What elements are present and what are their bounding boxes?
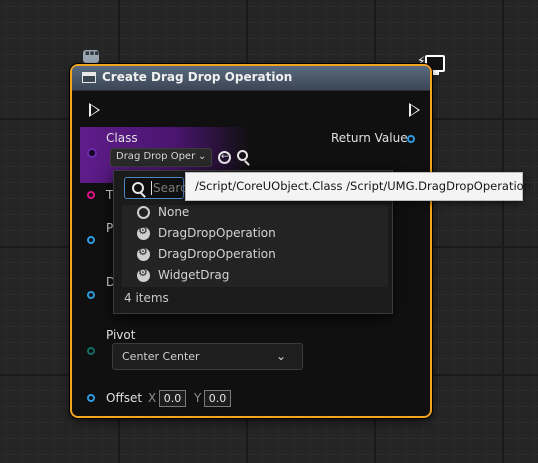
chevron-down-icon: ⌄	[276, 349, 287, 363]
offset-x-label: X	[148, 391, 157, 405]
function-icon	[82, 72, 96, 83]
offset-pin[interactable]	[87, 394, 95, 402]
list-item-label: WidgetDrag	[158, 268, 230, 282]
pivot-pin[interactable]	[87, 347, 95, 355]
payload-pin[interactable]	[87, 236, 95, 244]
use-selected-button[interactable]: ←	[218, 151, 231, 164]
list-item[interactable]: None	[132, 203, 372, 223]
exec-in-pin[interactable]	[89, 103, 100, 117]
default-drag-visual-pin[interactable]	[87, 291, 95, 299]
return-value-label: Return Value	[331, 131, 408, 145]
class-icon	[137, 245, 150, 261]
text-caret	[151, 181, 152, 195]
offset-label: Offset	[106, 391, 143, 405]
pivot-label: Pivot	[106, 328, 136, 342]
pivot-combo[interactable]: Center Center ⌄	[112, 343, 303, 370]
search-handle	[140, 192, 146, 198]
list-item[interactable]: WidgetDrag	[132, 266, 372, 286]
item-count: 4 items	[124, 291, 169, 305]
tag-pin[interactable]	[87, 191, 95, 199]
class-combo[interactable]: Drag Drop Oper ⌄	[110, 148, 212, 167]
none-circle-icon	[137, 206, 150, 219]
offset-y-input[interactable]: 0.0	[204, 390, 231, 407]
class-path-tooltip: /Script/CoreUObject.Class /Script/UMG.Dr…	[185, 172, 531, 201]
comment-bubble-icon[interactable]	[83, 49, 99, 63]
list-item-label: None	[158, 205, 190, 219]
exec-out-pin[interactable]	[409, 103, 420, 117]
list-item-label: DragDropOperation	[158, 226, 276, 240]
offset-x-input[interactable]: 0.0	[159, 390, 186, 407]
chevron-down-icon: ⌄	[198, 151, 207, 162]
class-icon	[137, 224, 150, 240]
return-value-pin[interactable]	[407, 135, 415, 143]
list-item[interactable]: DragDropOperation	[132, 245, 372, 265]
pivot-value: Center Center	[122, 350, 200, 363]
picker-search-input[interactable]: Search	[124, 177, 194, 199]
class-pin[interactable]	[87, 148, 97, 158]
offset-y-label: Y	[194, 391, 202, 405]
class-combo-value: Drag Drop Oper	[116, 151, 196, 162]
arrow-left-icon: ←	[221, 152, 229, 162]
class-label: Class	[106, 131, 138, 145]
node-title: Create Drag Drop Operation	[102, 70, 293, 84]
node-header[interactable]: Create Drag Drop Operation	[72, 66, 430, 91]
search-handle	[244, 160, 250, 166]
list-item[interactable]: DragDropOperation	[132, 224, 372, 244]
list-item-label: DragDropOperation	[158, 247, 276, 261]
browse-button[interactable]	[236, 150, 252, 166]
class-icon	[137, 266, 150, 282]
tooltip-text: /Script/CoreUObject.Class /Script/UMG.Dr…	[195, 179, 531, 193]
search-icon	[237, 150, 248, 161]
